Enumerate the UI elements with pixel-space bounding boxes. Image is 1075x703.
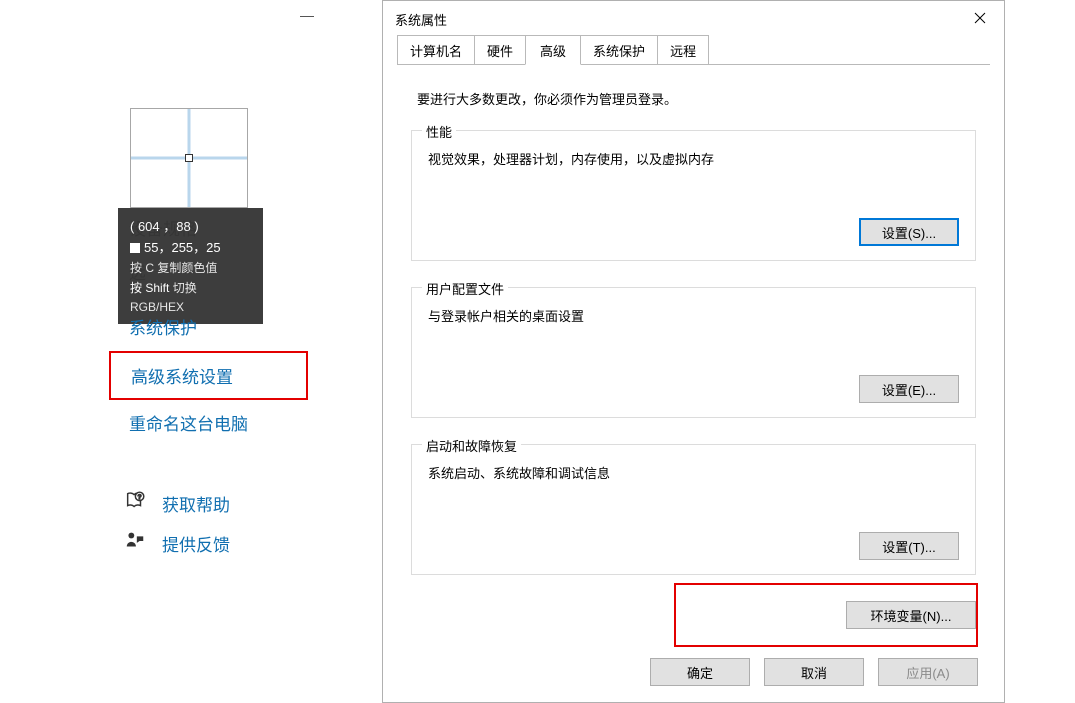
- ok-button[interactable]: 确定: [650, 658, 750, 686]
- settings-left-panel: 设备规格 远 ( 604 ，88 ) 55，255，25 按 C 复制颜色值 按…: [0, 0, 340, 703]
- svg-text:?: ?: [138, 494, 142, 501]
- close-button[interactable]: [958, 4, 1002, 34]
- performance-settings-button[interactable]: 设置(S)...: [859, 218, 959, 246]
- apply-button[interactable]: 应用(A): [878, 658, 978, 686]
- dialog-body: 要进行大多数更改，你必须作为管理员登录。 性能 视觉效果，处理器计划，内存使用，…: [383, 65, 1004, 648]
- color-picker-tooltip: ( 604 ，88 ) 55，255，25 按 C 复制颜色值 按 Shift …: [118, 208, 263, 324]
- tab-system-protection[interactable]: 系统保护: [580, 35, 658, 65]
- group-user-profiles-desc: 与登录帐户相关的桌面设置: [428, 306, 959, 325]
- cancel-button[interactable]: 取消: [764, 658, 864, 686]
- user-profiles-settings-button[interactable]: 设置(E)...: [859, 375, 959, 403]
- group-performance-desc: 视觉效果，处理器计划，内存使用，以及虚拟内存: [428, 149, 959, 168]
- group-performance-label: 性能: [422, 122, 456, 141]
- help-label: 获取帮助: [162, 491, 230, 516]
- color-picker-preview: [130, 108, 248, 208]
- color-swatch: [130, 243, 140, 253]
- admin-note: 要进行大多数更改，你必须作为管理员登录。: [417, 89, 976, 108]
- tooltip-hint-shift: 按 Shift 切换 RGB/HEX: [130, 279, 253, 319]
- tooltip-rgb-value: 55，255，25: [130, 237, 253, 258]
- dialog-titlebar: 系统属性: [383, 1, 1004, 37]
- link-rename-pc[interactable]: 重命名这台电脑: [129, 410, 248, 435]
- tab-hardware[interactable]: 硬件: [474, 35, 526, 65]
- tab-advanced[interactable]: 高级: [525, 35, 581, 65]
- group-performance: 性能 视觉效果，处理器计划，内存使用，以及虚拟内存 设置(S)...: [411, 130, 976, 261]
- feedback-icon: [124, 530, 146, 557]
- group-startup-recovery: 启动和故障恢复 系统启动、系统故障和调试信息 设置(T)...: [411, 444, 976, 575]
- env-highlight-box: [674, 583, 978, 647]
- tooltip-rgb-text: 55，255，25: [144, 240, 221, 255]
- tooltip-coordinates: ( 604 ，88 ): [130, 216, 253, 237]
- group-user-profiles-label: 用户配置文件: [422, 279, 508, 298]
- minimize-mark: [300, 16, 314, 17]
- tab-remote[interactable]: 远程: [657, 35, 709, 65]
- crosshair-center: [185, 154, 193, 162]
- startup-settings-button[interactable]: 设置(T)...: [859, 532, 959, 560]
- tab-computer-name[interactable]: 计算机名: [397, 35, 475, 65]
- link-feedback[interactable]: 提供反馈: [124, 530, 230, 557]
- group-startup-label: 启动和故障恢复: [422, 436, 521, 455]
- dialog-title: 系统属性: [395, 10, 447, 29]
- link-system-protection[interactable]: 系统保护: [129, 314, 197, 339]
- group-startup-desc: 系统启动、系统故障和调试信息: [428, 463, 959, 482]
- dialog-footer: 确定 取消 应用(A): [383, 648, 1004, 702]
- tab-strip: 计算机名 硬件 高级 系统保护 远程: [383, 37, 1004, 65]
- link-get-help[interactable]: ? 获取帮助: [124, 490, 230, 517]
- group-user-profiles: 用户配置文件 与登录帐户相关的桌面设置 设置(E)...: [411, 287, 976, 418]
- close-icon: [974, 12, 986, 27]
- help-icon: ?: [124, 490, 146, 517]
- tooltip-hint-copy: 按 C 复制颜色值: [130, 259, 253, 279]
- system-properties-dialog: 系统属性 计算机名 硬件 高级 系统保护 远程 要进行大多数更改，你必须作为管理…: [382, 0, 1005, 703]
- link-advanced-system-settings[interactable]: 高级系统设置: [109, 351, 308, 400]
- feedback-label: 提供反馈: [162, 531, 230, 556]
